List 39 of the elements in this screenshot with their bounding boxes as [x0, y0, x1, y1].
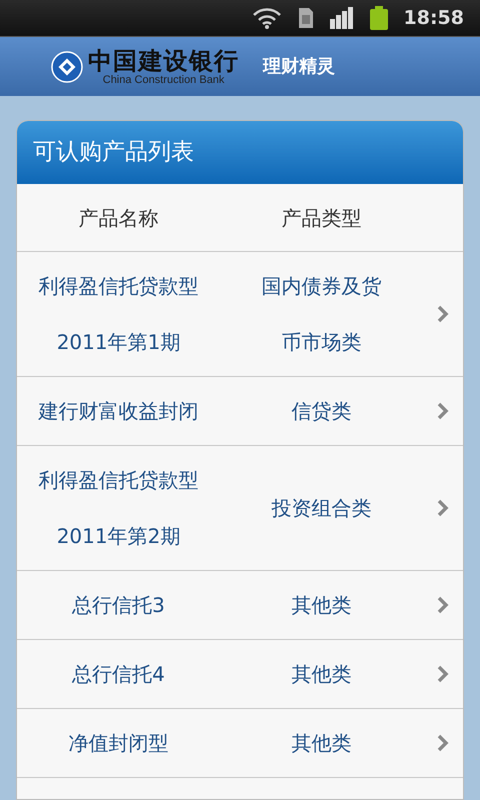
product-row[interactable]: 利得盈信托贷款型 2011年第1期 国内债券及货 币市场类	[17, 252, 463, 377]
product-type: 投资组合类	[272, 495, 372, 522]
product-row[interactable]: 利得盈信托贷款型 2011年第2期 投资组合类	[17, 446, 463, 571]
product-type: 其他类	[292, 730, 352, 757]
product-type: 信贷类	[292, 398, 352, 425]
app-title: 理财精灵	[263, 55, 336, 79]
signal-icon	[330, 7, 354, 29]
bank-name: 中国建设银行	[88, 48, 240, 74]
product-name: 总行信托3	[72, 592, 165, 619]
chevron-right-icon	[437, 305, 449, 323]
bank-name-english: China Construction Bank	[102, 74, 224, 86]
column-header: 产品类型	[282, 204, 362, 232]
product-type: 国内债券及货	[262, 273, 382, 300]
product-row[interactable]: 总行信托4 其他类	[17, 640, 463, 709]
product-name: 2011年第2期	[56, 523, 180, 550]
product-row[interactable]: 净值封闭型 其他类	[17, 709, 463, 778]
product-row[interactable]: 总行信托3 其他类	[17, 571, 463, 640]
sim-card-icon	[298, 7, 314, 29]
product-name: 2011年第1期	[56, 329, 180, 356]
clock: 18:58	[404, 6, 464, 31]
chevron-right-icon	[437, 402, 449, 420]
product-name: 总行信托4	[72, 661, 165, 688]
wifi-icon	[252, 7, 282, 29]
battery-icon	[370, 6, 388, 30]
product-name: 建行财富收益封闭	[38, 398, 198, 425]
card-title: 可认购产品列表	[33, 138, 194, 168]
product-type: 其他类	[292, 661, 352, 688]
product-name: 利得盈信托贷款型	[38, 273, 198, 300]
chevron-right-icon	[437, 665, 449, 683]
chevron-right-icon	[437, 499, 449, 517]
chevron-right-icon	[437, 596, 449, 614]
product-name: 利得盈信托贷款型	[38, 467, 198, 494]
column-header: 产品名称	[78, 204, 158, 232]
chevron-right-icon	[437, 734, 449, 752]
product-type: 其他类	[292, 592, 352, 619]
product-type: 币市场类	[282, 329, 362, 356]
product-name: 净值封闭型	[68, 730, 168, 757]
product-row[interactable]: 建行财富收益封闭 信贷类	[17, 377, 463, 446]
bank-logo-icon	[50, 50, 84, 84]
